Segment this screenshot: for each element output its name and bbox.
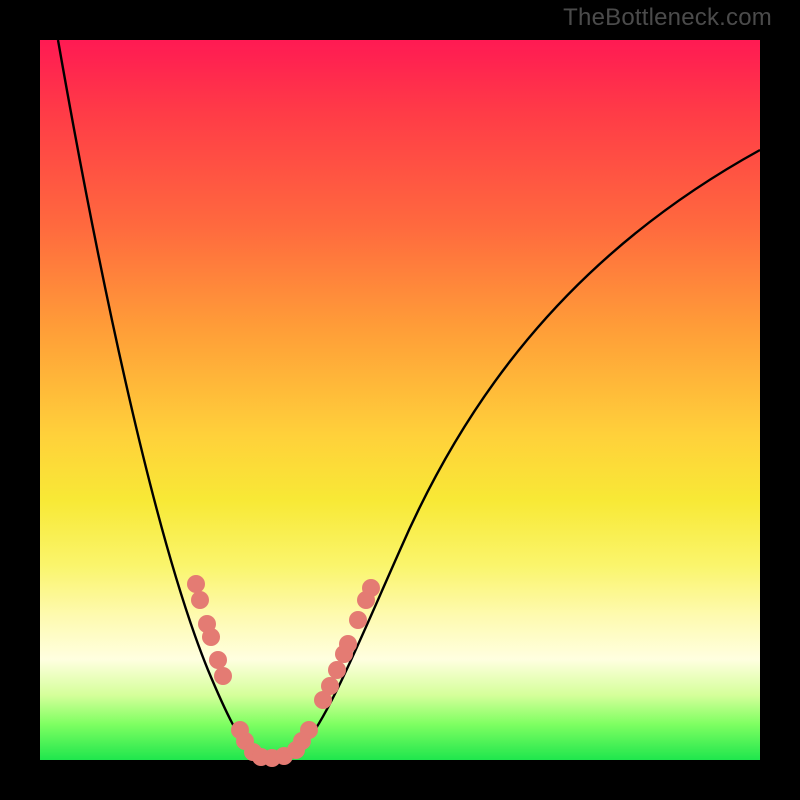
plot-area [40, 40, 760, 760]
marker-dot [339, 635, 357, 653]
watermark-text: TheBottleneck.com [563, 4, 772, 32]
marker-dot [321, 677, 339, 695]
chart-svg [40, 40, 760, 760]
marker-dot [328, 661, 346, 679]
marker-dot [202, 628, 220, 646]
marker-dot [214, 667, 232, 685]
marker-dot [187, 575, 205, 593]
marker-dot [209, 651, 227, 669]
marker-group [187, 575, 380, 767]
marker-dot [300, 721, 318, 739]
marker-dot [362, 579, 380, 597]
penalty-curve [58, 40, 760, 759]
marker-dot [349, 611, 367, 629]
chart-frame: TheBottleneck.com [0, 0, 800, 800]
marker-dot [191, 591, 209, 609]
